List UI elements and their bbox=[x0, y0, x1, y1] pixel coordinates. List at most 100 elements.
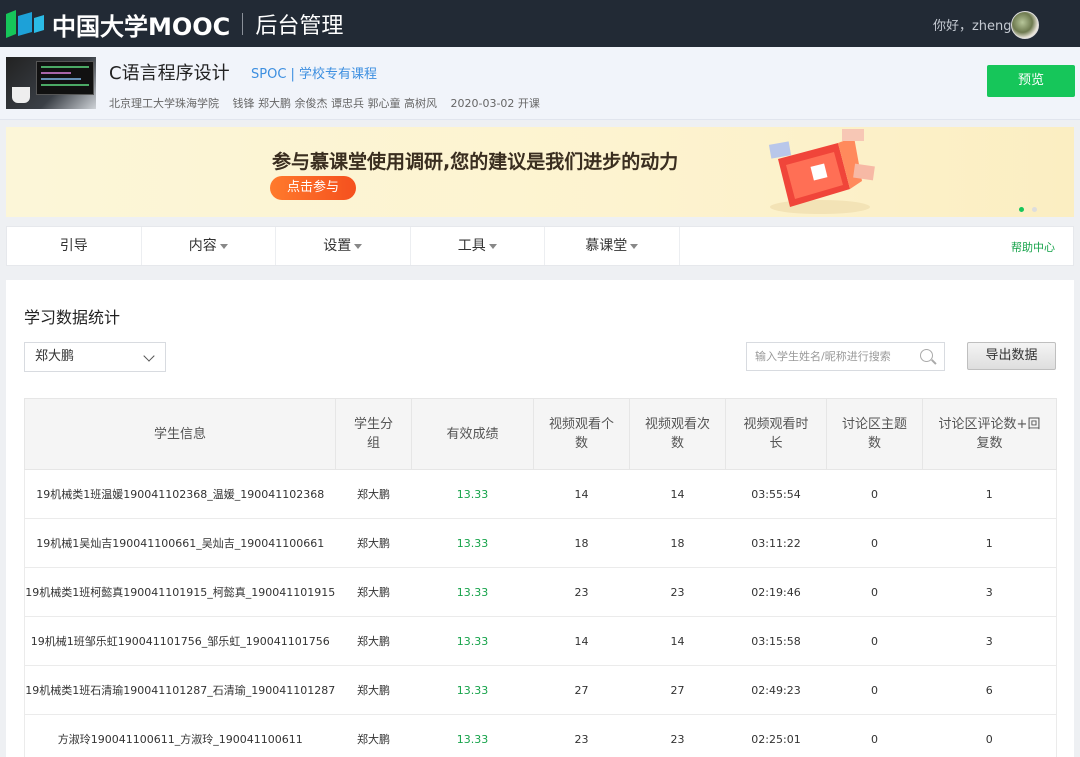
cell-score: 13.33 bbox=[411, 518, 534, 568]
cell-group: 郑大鹏 bbox=[335, 714, 412, 757]
cell-student-info: 方淑玲190041100611_方淑玲_190041100611 bbox=[24, 714, 336, 757]
carousel-dot-1[interactable] bbox=[1019, 207, 1024, 212]
cell-forum-topics: 0 bbox=[826, 518, 923, 568]
nav-guide[interactable]: 引导 bbox=[7, 227, 142, 265]
cell-forum-replies: 1 bbox=[922, 518, 1057, 568]
section-title: 后台管理 bbox=[255, 14, 344, 39]
cell-forum-topics: 0 bbox=[826, 567, 923, 617]
nav-mooc-classroom-label: 慕课堂 bbox=[585, 238, 628, 254]
preview-button[interactable]: 预览 bbox=[987, 65, 1075, 97]
avatar[interactable] bbox=[1011, 11, 1039, 39]
col-video-count[interactable]: 视频观看个数 bbox=[533, 398, 630, 470]
table-row: 19机械类1班柯懿真190041101915_柯懿真_190041101915 … bbox=[24, 567, 1057, 617]
cell-video-duration: 03:15:58 bbox=[725, 616, 827, 666]
cell-score: 13.33 bbox=[411, 714, 534, 757]
cell-video-duration: 02:25:01 bbox=[725, 714, 827, 757]
cell-group: 郑大鹏 bbox=[335, 567, 412, 617]
cell-video-duration: 03:11:22 bbox=[725, 518, 827, 568]
cell-video-count: 23 bbox=[533, 567, 630, 617]
course-start-date: 2020-03-02 开课 bbox=[450, 97, 540, 110]
cell-video-count: 23 bbox=[533, 714, 630, 757]
panel-title: 学习数据统计 bbox=[24, 308, 121, 327]
cell-video-count: 14 bbox=[533, 616, 630, 666]
student-stats-table: 学生信息 学生分组 有效成绩 视频观看个数 视频观看次数 视频观看时长 讨论区主… bbox=[24, 398, 1057, 757]
table-row: 19机械类1班温媛190041102368_温媛_190041102368 郑大… bbox=[24, 469, 1057, 519]
course-teachers: 钱锋 郑大鹏 余俊杰 谭忠兵 郭心童 高树风 bbox=[232, 97, 437, 110]
export-data-button[interactable]: 导出数据 bbox=[967, 342, 1056, 370]
cell-forum-topics: 0 bbox=[826, 665, 923, 715]
col-video-duration[interactable]: 视频观看时长 bbox=[725, 398, 827, 470]
learning-stats-panel: 学习数据统计 郑大鹏 导出数据 学生信息 学生分组 有效成绩 视频观看个数 视频… bbox=[6, 280, 1074, 757]
cell-score: 13.33 bbox=[411, 567, 534, 617]
nav-tools-label: 工具 bbox=[457, 238, 486, 254]
survey-banner[interactable]: 参与慕课堂使用调研,您的建议是我们进步的动力 点击参与 bbox=[6, 127, 1074, 217]
chevron-down-icon bbox=[488, 243, 497, 249]
nav-mooc-classroom[interactable]: 慕课堂 bbox=[545, 227, 680, 265]
join-survey-button[interactable]: 点击参与 bbox=[270, 176, 356, 200]
cell-student-info: 19机械类1班石清瑜190041101287_石清瑜_190041101287 bbox=[24, 665, 336, 715]
cell-score: 13.33 bbox=[411, 616, 534, 666]
cell-forum-replies: 0 bbox=[922, 714, 1057, 757]
cell-video-views: 23 bbox=[629, 714, 726, 757]
search-icon[interactable] bbox=[920, 349, 933, 362]
course-title: C语言程序设计 bbox=[109, 63, 230, 84]
top-bar: 中国大学MOOC 后台管理 你好，zhengdp bbox=[0, 0, 1080, 47]
table-row: 19机械1班邹乐虹190041101756_邹乐虹_190041101756 郑… bbox=[24, 616, 1057, 666]
cell-group: 郑大鹏 bbox=[335, 665, 412, 715]
carousel-dot-2[interactable] bbox=[1032, 207, 1037, 212]
cell-video-duration: 02:49:23 bbox=[725, 665, 827, 715]
cell-score: 13.33 bbox=[411, 665, 534, 715]
cell-group: 郑大鹏 bbox=[335, 469, 412, 519]
cell-video-views: 23 bbox=[629, 567, 726, 617]
mooc-logo[interactable]: 中国大学MOOC 后台管理 bbox=[6, 9, 344, 41]
col-student-info[interactable]: 学生信息 bbox=[24, 398, 336, 470]
group-select[interactable]: 郑大鹏 bbox=[24, 342, 166, 372]
banner-text: 参与慕课堂使用调研,您的建议是我们进步的动力 bbox=[272, 151, 679, 173]
cell-video-views: 14 bbox=[629, 616, 726, 666]
cell-video-duration: 02:19:46 bbox=[725, 567, 827, 617]
course-nav: 引导 内容 设置 工具 慕课堂 帮助中心 bbox=[6, 226, 1074, 266]
cell-score: 13.33 bbox=[411, 469, 534, 519]
cell-video-views: 18 bbox=[629, 518, 726, 568]
table-row: 19机械1吴灿吉190041100661_吴灿吉_190041100661 郑大… bbox=[24, 518, 1057, 568]
col-forum-topics[interactable]: 讨论区主题数 bbox=[826, 398, 923, 470]
course-type-tag: SPOC | 学校专有课程 bbox=[251, 67, 378, 82]
cell-forum-replies: 6 bbox=[922, 665, 1057, 715]
nav-content-label: 内容 bbox=[188, 238, 217, 254]
nav-tools[interactable]: 工具 bbox=[411, 227, 545, 265]
chevron-down-icon bbox=[630, 243, 639, 249]
course-header: C语言程序设计 SPOC | 学校专有课程 北京理工大学珠海学院 钱锋 郑大鹏 … bbox=[0, 47, 1080, 120]
cell-video-count: 27 bbox=[533, 665, 630, 715]
student-search-input[interactable] bbox=[746, 342, 945, 371]
cell-forum-replies: 3 bbox=[922, 616, 1057, 666]
course-school: 北京理工大学珠海学院 bbox=[109, 97, 219, 110]
course-meta: 北京理工大学珠海学院 钱锋 郑大鹏 余俊杰 谭忠兵 郭心童 高树风 2020-0… bbox=[109, 95, 550, 111]
nav-guide-label: 引导 bbox=[59, 238, 88, 254]
cell-video-count: 14 bbox=[533, 469, 630, 519]
cell-forum-topics: 0 bbox=[826, 469, 923, 519]
table-row: 方淑玲190041100611_方淑玲_190041100611 郑大鹏 13.… bbox=[24, 714, 1057, 757]
cell-student-info: 19机械1吴灿吉190041100661_吴灿吉_190041100661 bbox=[24, 518, 336, 568]
laptop-screen-icon bbox=[36, 61, 94, 95]
col-video-views[interactable]: 视频观看次数 bbox=[629, 398, 726, 470]
cell-student-info: 19机械类1班柯懿真190041101915_柯懿真_190041101915 bbox=[24, 567, 336, 617]
logo-icon bbox=[6, 10, 44, 38]
cell-student-info: 19机械类1班温媛190041102368_温媛_190041102368 bbox=[24, 469, 336, 519]
col-valid-score[interactable]: 有效成绩 bbox=[411, 398, 534, 470]
cell-group: 郑大鹏 bbox=[335, 518, 412, 568]
course-thumbnail bbox=[6, 57, 96, 109]
cell-video-views: 27 bbox=[629, 665, 726, 715]
cell-forum-topics: 0 bbox=[826, 616, 923, 666]
nav-content[interactable]: 内容 bbox=[142, 227, 276, 265]
nav-settings-label: 设置 bbox=[323, 238, 352, 254]
table-row: 19机械类1班石清瑜190041101287_石清瑜_190041101287 … bbox=[24, 665, 1057, 715]
carousel-dots bbox=[1019, 197, 1045, 216]
survey-illustration-icon bbox=[768, 129, 875, 214]
table-header-row: 学生信息 学生分组 有效成绩 视频观看个数 视频观看次数 视频观看时长 讨论区主… bbox=[24, 398, 1057, 470]
help-center-link[interactable]: 帮助中心 bbox=[1011, 239, 1055, 255]
cell-forum-topics: 0 bbox=[826, 714, 923, 757]
col-forum-replies[interactable]: 讨论区评论数+回复数 bbox=[922, 398, 1057, 470]
col-student-group[interactable]: 学生分组 bbox=[335, 398, 412, 470]
chevron-down-icon bbox=[354, 243, 363, 249]
nav-settings[interactable]: 设置 bbox=[276, 227, 411, 265]
